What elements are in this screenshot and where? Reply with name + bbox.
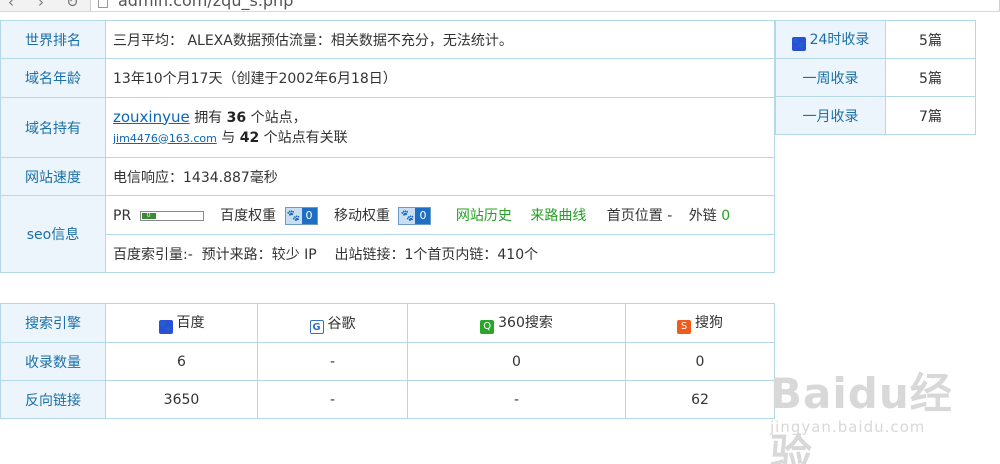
home-position: 首页位置 - [606, 208, 673, 224]
index-sogou-value: 0 [625, 342, 775, 381]
speed-value: 电信响应：1434.887毫秒 [105, 157, 775, 196]
seo-metrics: PR 0 百度权重 🐾 0 移动权重 🐾 0 网站历史 来路曲线 首页位置 - 外链… [105, 195, 775, 235]
sogou-icon: S [677, 320, 691, 334]
seo-row-1: seo信息 PR 0 百度权重 🐾 0 移动权重 🐾 0 网站历史 来路曲线 首页位… [0, 195, 775, 273]
address-url[interactable]: admin.com/zqu_s.php [118, 0, 293, 10]
backlink-360-value: - [407, 380, 626, 419]
engine-sogou-name: 搜狗 [695, 315, 723, 331]
forward-icon[interactable]: › [38, 0, 44, 11]
domain-holder-label: 域名持有 [0, 97, 106, 158]
domain-holder-row: 域名持有 zouxinyue 拥有 36 个站点， jim4476@163.co… [0, 97, 775, 158]
domain-age-label: 域名年龄 [0, 58, 106, 98]
speed-label: 网站速度 [0, 157, 106, 196]
engine-google-name: 谷歌 [327, 315, 356, 332]
backlink-sogou-value: 62 [625, 380, 775, 419]
baidu-jingyan-watermark: Baidu经验 jingyan.baidu.com [770, 350, 990, 464]
engine-index-label: 收录数量 [0, 342, 106, 381]
backlink-google-value: - [257, 380, 408, 419]
seo-index-info: 百度索引量:- 预计来路：较少 IP 出站链接：1个首页内链：410个 [105, 234, 775, 273]
engine-backlink-row: 反向链接 3650 - - 62 [0, 380, 775, 419]
back-icon[interactable]: ‹ [8, 0, 14, 11]
owner-link[interactable]: zouxinyue [113, 108, 190, 126]
domain-age-value: 13年10个月17天（创建于2002年6月18日） [105, 58, 775, 98]
paw-icon: 🐾 [285, 208, 302, 224]
paw-icon: 🐾 [399, 208, 416, 224]
pr-value: 0 [141, 213, 156, 219]
site-info-table: 世界排名 三月平均： ALEXA数据预估流量：相关数据不充分，无法统计。 域名年… [0, 20, 775, 273]
mobile-weight-value: 0 [415, 208, 431, 224]
seo-label: seo信息 [0, 195, 106, 273]
indexing-row: 一周收录 5篇 [775, 58, 976, 97]
engine-header-row: 搜索引擎 🐾 百度 G 谷歌 Q 360搜索 S 搜狗 [0, 303, 775, 343]
domain-holder-value: zouxinyue 拥有 36 个站点， jim4476@163.com 与 4… [105, 97, 775, 158]
engine-baidu[interactable]: 🐾 百度 [105, 303, 258, 343]
engine-backlink-label: 反向链接 [0, 380, 106, 419]
browser-toolbar: ‹ › ↻ admin.com/zqu_s.php [0, 0, 1000, 12]
index-month-label: 一月收录 [775, 96, 886, 135]
world-rank-label: 世界排名 [0, 20, 106, 59]
related-count: 42 [239, 129, 260, 146]
watermark-url: jingyan.baidu.com [770, 418, 926, 436]
indexing-table: 🐾 24时收录 5篇 一周收录 5篇 一月收录 7篇 [775, 20, 976, 135]
index-week-value: 5篇 [885, 58, 976, 97]
seo-row-2: 百度索引量:- 预计来路：较少 IP 出站链接：1个首页内链：410个 [1, 234, 775, 273]
paw-icon: 🐾 [158, 320, 173, 334]
world-rank-row: 世界排名 三月平均： ALEXA数据预估流量：相关数据不充分，无法统计。 [0, 20, 775, 59]
backlink-baidu-value: 3650 [105, 380, 258, 419]
index-24h-label: 🐾 24时收录 [775, 20, 886, 59]
owner-email-link[interactable]: jim4476@163.com [113, 132, 217, 145]
mobile-weight-badge[interactable]: 🐾 0 [398, 207, 432, 225]
indexing-row: 一月收录 7篇 [775, 96, 976, 135]
engine-360-name: 360搜索 [498, 315, 553, 331]
index-month-value: 7篇 [885, 96, 976, 135]
engine-google[interactable]: G 谷歌 [257, 303, 408, 343]
external-links-value[interactable]: 0 [721, 208, 730, 224]
engine-sogou[interactable]: S 搜狗 [625, 303, 775, 343]
search-engine-table: 搜索引擎 🐾 百度 G 谷歌 Q 360搜索 S 搜狗 收录数量 6 - 0 0 反向链… [0, 303, 775, 419]
index-360-value: 0 [407, 342, 626, 381]
traffic-curve-link[interactable]: 来路曲线 [530, 208, 586, 224]
page-icon [98, 0, 108, 8]
related-prefix: 与 [221, 129, 236, 146]
watermark-logo: Baidu经验 [770, 369, 953, 464]
360-search-icon: Q [480, 320, 495, 334]
engine-index-row: 收录数量 6 - 0 0 [0, 342, 775, 381]
paw-icon: 🐾 [791, 36, 806, 51]
baidu-weight-value: 0 [301, 208, 317, 224]
pr-label: PR [113, 208, 132, 224]
world-rank-value: 三月平均： ALEXA数据预估流量：相关数据不充分，无法统计。 [105, 20, 775, 59]
owns-suffix: 个站点， [250, 109, 307, 126]
owns-count: 36 [226, 109, 247, 126]
index-baidu-value: 6 [105, 342, 258, 381]
index-google-value: - [257, 342, 408, 381]
baidu-weight-label: 百度权重 [220, 208, 277, 224]
engine-360[interactable]: Q 360搜索 [407, 303, 626, 343]
index-24h-value: 5篇 [885, 20, 976, 59]
index-24h-text: 24时收录 [809, 31, 870, 48]
indexing-row: 🐾 24时收录 5篇 [775, 20, 976, 59]
speed-row: 网站速度 电信响应：1434.887毫秒 [0, 157, 775, 196]
engine-baidu-name: 百度 [176, 315, 205, 331]
owns-prefix: 拥有 [194, 109, 223, 126]
index-week-label: 一周收录 [775, 58, 886, 97]
mobile-weight-label: 移动权重 [333, 208, 390, 224]
reload-icon[interactable]: ↻ [66, 0, 79, 11]
site-history-link[interactable]: 网站历史 [456, 208, 512, 224]
baidu-weight-badge[interactable]: 🐾 0 [284, 207, 318, 225]
domain-age-row: 域名年龄 13年10个月17天（创建于2002年6月18日） [0, 58, 775, 98]
pr-bar: 0 [139, 211, 204, 221]
external-links-label: 外链 [688, 208, 717, 224]
related-suffix: 个站点有关联 [263, 129, 348, 146]
google-icon: G [309, 319, 324, 334]
engine-header-label: 搜索引擎 [0, 303, 106, 343]
